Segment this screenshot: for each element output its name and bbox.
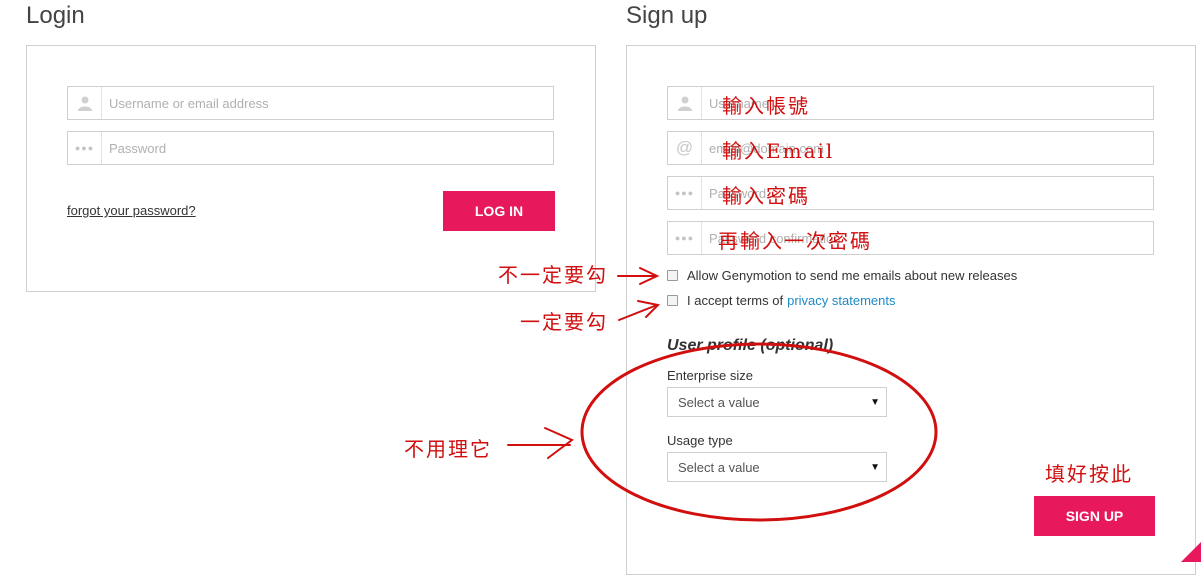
login-panel bbox=[26, 45, 596, 292]
newsletter-label: Allow Genymotion to send me emails about… bbox=[687, 268, 1018, 283]
login-password-field[interactable]: ●●● bbox=[67, 131, 554, 165]
newsletter-row: Allow Genymotion to send me emails about… bbox=[667, 268, 1017, 283]
caret-down-icon: ▼ bbox=[870, 396, 880, 408]
caret-down-icon: ▼ bbox=[870, 461, 880, 473]
usage-type-value: Select a value bbox=[678, 459, 760, 475]
login-button[interactable]: LOG IN bbox=[443, 191, 555, 231]
newsletter-checkbox[interactable] bbox=[667, 270, 678, 281]
terms-row: I accept terms of privacy statements bbox=[667, 293, 895, 308]
at-icon: @ bbox=[668, 132, 702, 164]
password-dots-icon: ●●● bbox=[668, 177, 702, 209]
annotation-email: 輸入Email bbox=[722, 139, 835, 163]
annotation-optional-check: 不一定要勾 bbox=[498, 263, 608, 287]
privacy-link[interactable]: privacy statements bbox=[787, 293, 895, 308]
password-dots-icon: ●●● bbox=[668, 222, 702, 254]
annotation-password: 輸入密碼 bbox=[722, 184, 810, 208]
signup-button[interactable]: SIGN UP bbox=[1034, 496, 1155, 536]
usage-type-label: Usage type bbox=[667, 433, 733, 448]
forgot-password-link[interactable]: forgot your password? bbox=[67, 203, 196, 218]
enterprise-size-value: Select a value bbox=[678, 394, 760, 410]
usage-type-select[interactable]: Select a value ▼ bbox=[667, 452, 887, 482]
password-dots-icon: ●●● bbox=[68, 132, 102, 164]
resize-corner-icon[interactable] bbox=[1181, 542, 1201, 562]
signup-title: Sign up bbox=[626, 2, 708, 29]
enterprise-size-select[interactable]: Select a value ▼ bbox=[667, 387, 887, 417]
enterprise-size-label: Enterprise size bbox=[667, 368, 753, 383]
annotation-confirm: 再輸入一次密碼 bbox=[718, 229, 872, 253]
user-icon bbox=[668, 87, 702, 119]
login-password-input[interactable] bbox=[102, 133, 553, 163]
profile-title: User profile (optional) bbox=[667, 337, 834, 354]
annotation-ignore: 不用理它 bbox=[404, 437, 492, 461]
annotation-click-here: 填好按此 bbox=[1045, 462, 1133, 486]
user-icon bbox=[68, 87, 102, 119]
login-username-input[interactable] bbox=[102, 88, 553, 118]
login-username-field[interactable] bbox=[67, 86, 554, 120]
annotation-required-check: 一定要勾 bbox=[520, 310, 608, 334]
annotation-arrow-ignore bbox=[507, 427, 574, 459]
annotation-username: 輸入帳號 bbox=[722, 94, 810, 118]
login-title: Login bbox=[26, 2, 85, 29]
terms-label: I accept terms of bbox=[687, 293, 784, 308]
terms-checkbox[interactable] bbox=[667, 295, 678, 306]
